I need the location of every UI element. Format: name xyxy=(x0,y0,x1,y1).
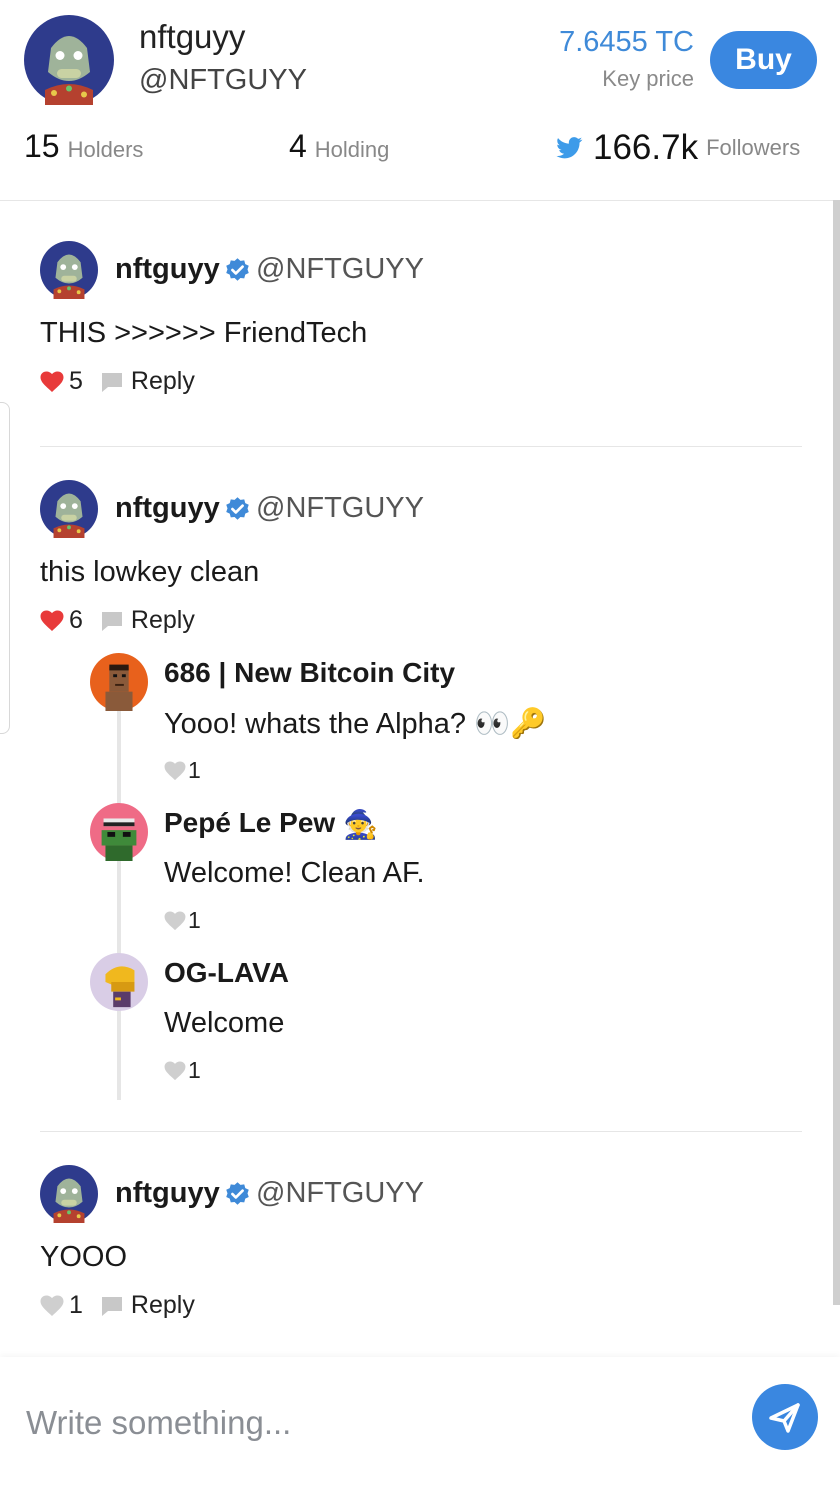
like-count: 6 xyxy=(69,606,83,634)
feed-scrollbar[interactable] xyxy=(833,200,840,1305)
heart-icon[interactable] xyxy=(40,610,64,632)
post-actions: 6 Reply xyxy=(40,606,195,635)
followers-label: Followers xyxy=(706,135,801,160)
post-author-avatar[interactable] xyxy=(40,480,98,538)
reply-author-avatar[interactable] xyxy=(90,653,148,711)
like-count: 1 xyxy=(188,1057,201,1083)
post-text: this lowkey clean xyxy=(40,556,260,588)
profile-name: nftguyy xyxy=(139,18,246,55)
post-author-name[interactable]: nftguyy xyxy=(115,492,220,525)
comment-bubble-icon[interactable] xyxy=(101,611,123,631)
reply-like: 1 xyxy=(164,1057,201,1084)
post-text: THIS >>>>>> FriendTech xyxy=(40,317,368,349)
heart-icon[interactable] xyxy=(164,761,186,781)
post-item: nftguyy @NFTGUYY YOOO 1 Reply xyxy=(40,1165,802,1325)
post-author-handle: @NFTGUYY xyxy=(256,253,424,285)
reply-text: Welcome xyxy=(164,1007,285,1039)
message-input[interactable] xyxy=(24,1395,728,1451)
reply-author-name[interactable]: 686 | New Bitcoin City xyxy=(164,657,455,689)
comment-bubble-icon[interactable] xyxy=(101,1296,123,1316)
profile-handle: @NFTGUYY xyxy=(139,64,307,96)
reply-text: Welcome! Clean AF. xyxy=(164,857,425,889)
post-author-name[interactable]: nftguyy xyxy=(115,253,220,286)
reply-like: 1 xyxy=(164,757,201,784)
twitter-bird-icon xyxy=(556,137,583,159)
side-pull-tab[interactable] xyxy=(0,402,10,734)
post-item: nftguyy @NFTGUYY THIS >>>>>> FriendTech … xyxy=(40,241,802,401)
reply-author-avatar[interactable] xyxy=(90,953,148,1011)
heart-icon[interactable] xyxy=(164,911,186,931)
reply-like: 1 xyxy=(164,907,201,934)
comment-bubble-icon[interactable] xyxy=(101,372,123,392)
key-price-label: Key price xyxy=(602,66,694,91)
holders-label: Holders xyxy=(67,137,144,162)
reply-button[interactable]: Reply xyxy=(131,606,195,635)
heart-icon[interactable] xyxy=(40,371,64,393)
post-author-handle: @NFTGUYY xyxy=(256,492,424,524)
reply-button[interactable]: Reply xyxy=(131,1291,195,1320)
reply-author-name-text: Pepé Le Pew xyxy=(164,807,336,838)
holders-count: 15 xyxy=(24,128,60,164)
verified-badge-icon xyxy=(224,1180,251,1207)
post-author-name[interactable]: nftguyy xyxy=(115,1177,220,1210)
like-count: 5 xyxy=(69,367,83,395)
reply-author-avatar[interactable] xyxy=(90,803,148,861)
post-author-handle: @NFTGUYY xyxy=(256,1177,424,1209)
holding-stat[interactable]: 4 Holding xyxy=(289,128,389,165)
verified-badge-icon xyxy=(224,256,251,283)
buy-button[interactable]: Buy xyxy=(710,31,817,89)
reply-item: 686 | New Bitcoin City Yooo! whats the A… xyxy=(90,653,790,793)
like-count: 1 xyxy=(188,757,201,783)
reply-item: Pepé Le Pew 🧙 Welcome! Clean AF. 1 xyxy=(90,803,790,943)
holding-count: 4 xyxy=(289,128,307,164)
holders-stat[interactable]: 15 Holders xyxy=(24,128,143,165)
reply-item: OG-LAVA Welcome 1 xyxy=(90,953,790,1093)
followers-count: 166.7k xyxy=(593,128,699,167)
heart-icon[interactable] xyxy=(40,1295,64,1317)
send-icon xyxy=(769,1403,800,1433)
like-count: 1 xyxy=(69,1291,83,1319)
key-price-value: 7.6455 TC xyxy=(559,26,694,58)
reply-author-name[interactable]: OG-LAVA xyxy=(164,957,289,989)
verified-badge-icon xyxy=(224,495,251,522)
profile-header: nftguyy @NFTGUYY 7.6455 TC Key price Buy… xyxy=(0,0,840,201)
post-actions: 1 Reply xyxy=(40,1291,195,1320)
profile-avatar[interactable] xyxy=(24,15,114,105)
author-emoji: 🧙 xyxy=(342,809,378,841)
post-text: YOOO xyxy=(40,1241,128,1273)
reply-button[interactable]: Reply xyxy=(131,367,195,396)
post-divider xyxy=(40,446,802,447)
heart-icon[interactable] xyxy=(164,1061,186,1081)
post-item: nftguyy @NFTGUYY this lowkey clean 6 Rep… xyxy=(40,480,802,640)
message-composer xyxy=(0,1357,840,1493)
post-author-avatar[interactable] xyxy=(40,241,98,299)
send-button[interactable] xyxy=(752,1384,818,1450)
like-count: 1 xyxy=(188,907,201,933)
followers-stat[interactable]: 166.7k Followers xyxy=(556,128,800,168)
post-divider xyxy=(40,1131,802,1132)
reply-author-name[interactable]: Pepé Le Pew 🧙 xyxy=(164,807,378,841)
holding-label: Holding xyxy=(314,137,390,162)
post-author-avatar[interactable] xyxy=(40,1165,98,1223)
reply-text: Yooo! whats the Alpha? 👀🔑 xyxy=(164,708,547,740)
post-actions: 5 Reply xyxy=(40,367,195,396)
